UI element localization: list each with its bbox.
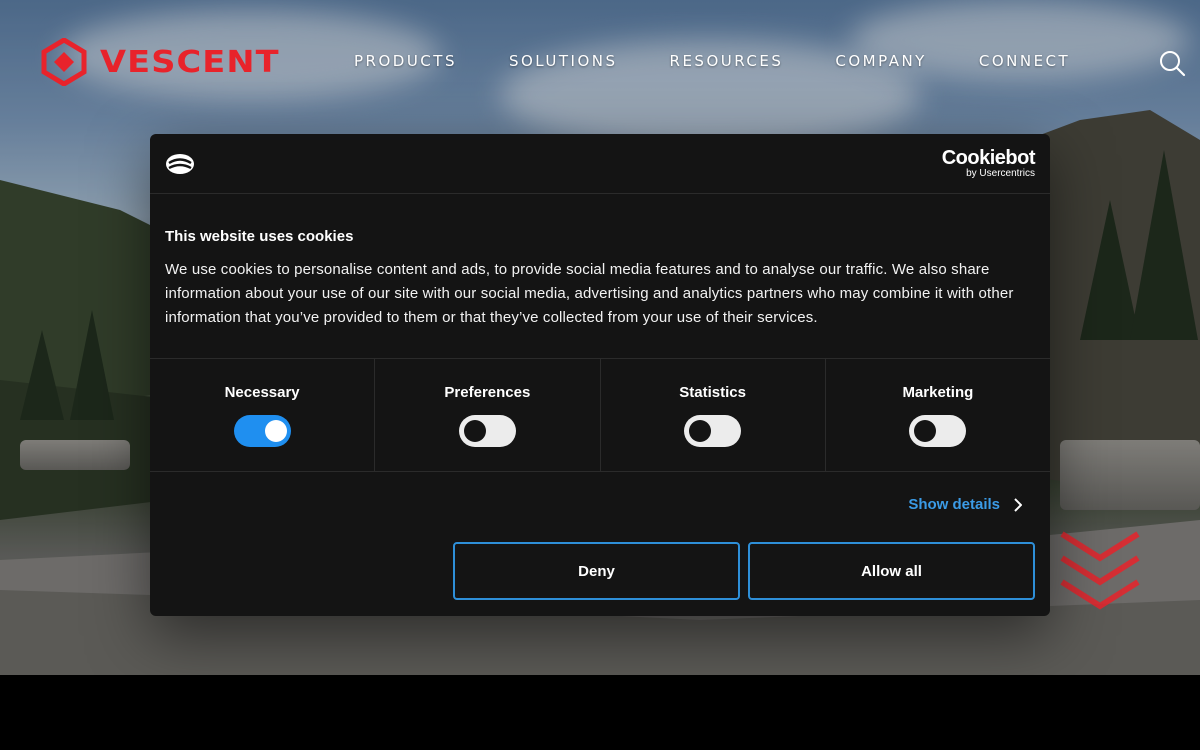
nav-solutions[interactable]: SOLUTIONS bbox=[509, 52, 618, 70]
category-preferences: Preferences bbox=[375, 359, 601, 471]
show-details-label: Show details bbox=[908, 496, 1000, 513]
chevron-down-icon[interactable] bbox=[1056, 528, 1144, 618]
search-icon[interactable] bbox=[1158, 49, 1186, 77]
main-nav: PRODUCTS SOLUTIONS RESOURCES COMPANY CON… bbox=[354, 52, 1122, 70]
nav-connect[interactable]: CONNECT bbox=[979, 52, 1070, 70]
brand-logo-icon bbox=[41, 38, 87, 86]
deny-button[interactable]: Deny bbox=[453, 542, 740, 600]
toggle-knob bbox=[689, 420, 712, 442]
cookie-dialog-header: Cookiebot by Usercentrics bbox=[150, 134, 1050, 194]
toggle-knob bbox=[914, 420, 937, 442]
category-label: Necessary bbox=[224, 384, 300, 401]
cookie-description: We use cookies to personalise content an… bbox=[165, 261, 1014, 326]
brand-name: VESCENT bbox=[100, 44, 280, 80]
cookiebot-brand[interactable]: Cookiebot by Usercentrics bbox=[941, 147, 1036, 179]
nav-company[interactable]: COMPANY bbox=[835, 52, 926, 70]
nav-resources[interactable]: RESOURCES bbox=[670, 52, 784, 70]
cookiebot-brand-sub: by Usercentrics bbox=[966, 168, 1035, 179]
page-bottom-band bbox=[0, 675, 1200, 750]
toggle-knob bbox=[264, 420, 287, 442]
cookie-dialog-body: This website uses cookies We use cookies… bbox=[150, 194, 1050, 359]
allow-all-button[interactable]: Allow all bbox=[748, 542, 1035, 600]
cookiebot-logo-icon bbox=[166, 154, 194, 174]
cookiebot-brand-name: Cookiebot bbox=[941, 147, 1036, 169]
category-statistics: Statistics bbox=[601, 359, 826, 471]
cookie-category-toggles: Necessary Preferences Statistics Marketi… bbox=[150, 359, 1050, 472]
toggle-knob bbox=[463, 420, 486, 442]
category-label: Statistics bbox=[679, 384, 746, 401]
nav-products[interactable]: PRODUCTS bbox=[354, 52, 457, 70]
statistics-toggle[interactable] bbox=[684, 415, 742, 447]
category-label: Preferences bbox=[444, 384, 531, 401]
cookie-consent-dialog: Cookiebot by Usercentrics This website u… bbox=[150, 134, 1050, 616]
chevron-right-icon bbox=[1014, 497, 1022, 512]
preferences-toggle[interactable] bbox=[458, 415, 516, 447]
marketing-toggle[interactable] bbox=[909, 415, 967, 447]
necessary-toggle[interactable] bbox=[233, 415, 291, 447]
brand-logo[interactable]: VESCENT bbox=[40, 38, 279, 86]
site-header: VESCENT PRODUCTS SOLUTIONS RESOURCES COM… bbox=[0, 0, 1200, 125]
category-marketing: Marketing bbox=[826, 359, 1050, 471]
show-details-link[interactable]: Show details bbox=[908, 496, 1022, 513]
cookie-title: This website uses cookies bbox=[165, 228, 354, 245]
category-necessary: Necessary bbox=[150, 359, 376, 471]
category-label: Marketing bbox=[902, 384, 974, 401]
